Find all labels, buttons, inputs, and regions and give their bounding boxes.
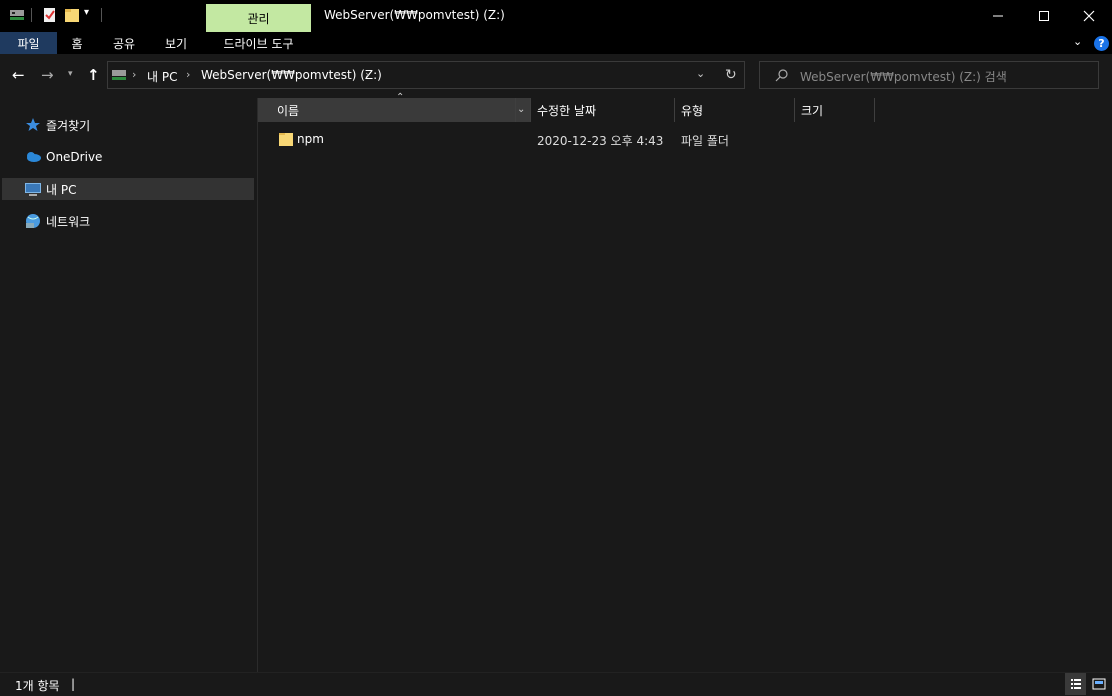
up-arrow-icon[interactable]: ↑: [87, 66, 100, 84]
details-view-button[interactable]: [1065, 673, 1086, 695]
cloud-icon: [24, 149, 42, 165]
file-date: 2020-12-23 오후 4:43: [537, 134, 664, 148]
column-header-type[interactable]: 유형: [681, 98, 703, 122]
sidebar-item-this-pc[interactable]: 내 PC: [2, 178, 254, 200]
title-bar: [0, 0, 1112, 32]
close-button[interactable]: [1066, 0, 1112, 32]
column-separator[interactable]: [874, 98, 875, 122]
maximize-button[interactable]: [1021, 0, 1067, 32]
refresh-icon[interactable]: ↻: [725, 67, 737, 83]
minimize-button[interactable]: [975, 0, 1021, 32]
sidebar-item-label: 즐겨찾기: [46, 118, 91, 133]
status-separator: |: [71, 677, 76, 691]
column-separator[interactable]: [794, 98, 795, 122]
breadcrumb-this-pc[interactable]: 내 PC: [147, 68, 177, 85]
back-arrow-icon[interactable]: ←: [12, 66, 25, 84]
sidebar-item-onedrive[interactable]: OneDrive: [2, 146, 254, 168]
item-count: 1개 항목: [15, 679, 60, 693]
search-placeholder: WebServer(₩₩pomvtest) (Z:) 검색: [800, 70, 1007, 84]
column-header-date[interactable]: 수정한 날짜: [537, 98, 596, 122]
status-bar: [0, 672, 1112, 696]
recent-locations-chevron-icon[interactable]: ▾: [68, 69, 73, 79]
file-type: 파일 폴더: [681, 134, 729, 148]
customize-toolbar-chevron-icon[interactable]: ▾: [84, 7, 89, 18]
sort-ascending-icon: ⌃: [396, 92, 405, 103]
computer-icon: [24, 181, 42, 197]
properties-icon[interactable]: [42, 7, 58, 23]
window-title: WebServer(₩₩pomvtest) (Z:): [324, 8, 505, 22]
column-filter-chevron-icon[interactable]: ⌄: [517, 104, 525, 115]
tab-drive-tools[interactable]: 드라이브 도구: [206, 32, 311, 54]
tab-manage-context[interactable]: 관리: [206, 4, 311, 32]
column-separator[interactable]: [515, 98, 516, 122]
large-icons-view-icon: [1092, 678, 1105, 690]
star-icon: [24, 117, 42, 133]
file-name[interactable]: npm: [297, 132, 324, 146]
tab-share[interactable]: 공유: [99, 32, 149, 54]
minimize-icon: [993, 15, 1003, 17]
sidebar-item-label: OneDrive: [46, 150, 103, 164]
breadcrumb-chevron-icon[interactable]: ›: [186, 68, 190, 81]
sidebar-item-network[interactable]: 네트워크: [2, 210, 254, 232]
expand-ribbon-chevron-icon[interactable]: ⌄: [1073, 35, 1082, 48]
drive-icon: [111, 68, 127, 82]
help-icon[interactable]: ?: [1094, 36, 1109, 51]
sidebar-item-label: 내 PC: [46, 182, 77, 197]
column-header-size[interactable]: 크기: [801, 98, 823, 122]
large-icons-view-button[interactable]: [1088, 673, 1109, 695]
breadcrumb-chevron-icon[interactable]: ›: [365, 68, 369, 81]
column-header-name[interactable]: 이름: [277, 98, 299, 122]
tab-view[interactable]: 보기: [151, 32, 201, 54]
toolbar-divider: [101, 8, 102, 22]
file-list: [258, 98, 1112, 672]
breadcrumb-drive[interactable]: WebServer(₩₩pomvtest) (Z:): [201, 68, 382, 82]
sidebar-item-favorites[interactable]: 즐겨찾기: [2, 114, 254, 136]
tab-home[interactable]: 홈: [57, 32, 97, 54]
address-history-chevron-icon[interactable]: ⌄: [696, 67, 705, 80]
column-separator[interactable]: [674, 98, 675, 122]
new-folder-icon[interactable]: [64, 7, 80, 23]
folder-icon: [278, 131, 294, 147]
close-icon: [1083, 10, 1095, 22]
search-icon: [775, 68, 789, 82]
details-view-icon: [1070, 679, 1081, 689]
forward-arrow-icon[interactable]: →: [41, 66, 54, 84]
drive-icon[interactable]: [9, 7, 25, 23]
network-icon: [24, 213, 42, 229]
sidebar-item-label: 네트워크: [46, 214, 91, 229]
toolbar-divider: [31, 8, 32, 22]
breadcrumb-chevron-icon[interactable]: ›: [132, 68, 136, 81]
maximize-icon: [1039, 11, 1049, 21]
tab-file[interactable]: 파일: [0, 32, 57, 54]
column-separator[interactable]: [530, 98, 531, 122]
